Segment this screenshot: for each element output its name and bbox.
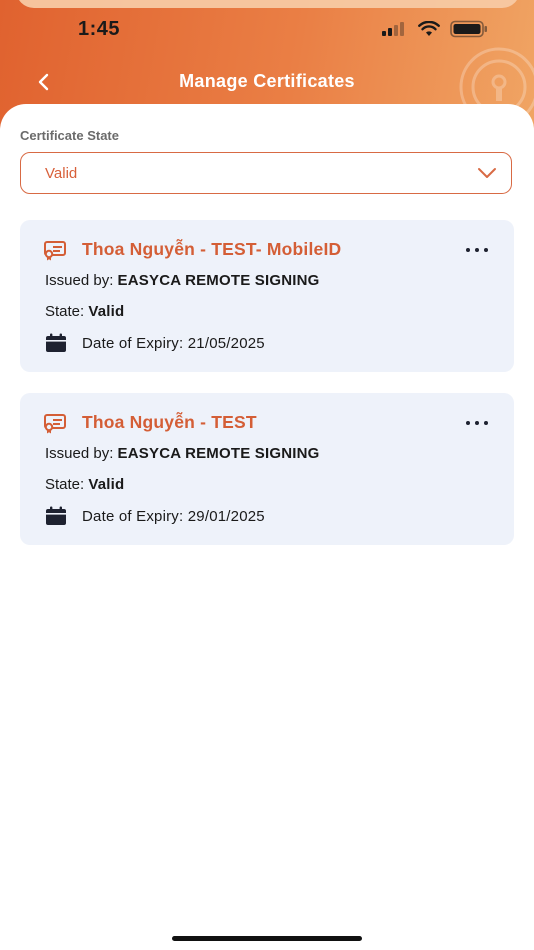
top-banner-edge (16, 0, 520, 8)
calendar-icon (46, 506, 66, 525)
more-dot (484, 248, 488, 252)
state-label: State: (45, 476, 89, 493)
status-time: 1:45 (78, 18, 121, 40)
issued-by-row: Issued by: EASYCA REMOTE SIGNING (45, 445, 320, 462)
state-value: Valid (88, 476, 125, 493)
more-dot (466, 248, 470, 252)
certificate-state-label: Certificate State (20, 128, 119, 143)
page-title: Manage Certificates (179, 71, 355, 91)
issuer-value: EASYCA REMOTE SIGNING (117, 445, 320, 462)
home-indicator[interactable] (172, 936, 362, 941)
more-options-button[interactable] (466, 417, 488, 429)
status-icons (382, 20, 488, 38)
more-dot (466, 421, 470, 425)
issued-by-row: Issued by: EASYCA REMOTE SIGNING (45, 272, 320, 289)
state-value: Valid (88, 303, 125, 320)
more-options-button[interactable] (466, 244, 488, 256)
expiry-label: Date of Expiry: (82, 334, 184, 352)
state-row: State: Valid (45, 303, 124, 320)
certificate-icon (44, 241, 66, 261)
state-label: State: (45, 303, 89, 320)
more-dot (475, 248, 479, 252)
issued-by-label: Issued by: (45, 272, 118, 289)
calendar-icon (46, 333, 66, 352)
certificate-name: Thoa Nguyễn - TEST- MobileID (82, 239, 342, 259)
issuer-value: EASYCA REMOTE SIGNING (117, 272, 320, 289)
content-sheet: Certificate State Valid Thoa Nguyễn - TE… (0, 104, 534, 950)
more-dot (475, 421, 479, 425)
expiry-text: Date of Expiry: 21/05/2025 (82, 335, 265, 352)
state-row: State: Valid (45, 476, 124, 493)
expiry-text: Date of Expiry: 29/01/2025 (82, 508, 265, 525)
certificate-state-select[interactable]: Valid (20, 152, 512, 194)
certificate-state-value: Valid (45, 165, 78, 182)
expiry-value: 29/01/2025 (187, 507, 265, 525)
certificate-card[interactable]: Thoa Nguyễn - TEST- MobileID Issued by: … (20, 220, 514, 372)
expiry-row: Date of Expiry: 29/01/2025 (45, 506, 265, 526)
wifi-icon (418, 21, 440, 36)
more-dot (484, 421, 488, 425)
expiry-row: Date of Expiry: 21/05/2025 (45, 333, 265, 353)
certificate-name: Thoa Nguyễn - TEST (82, 412, 257, 432)
battery-icon (450, 20, 487, 38)
chevron-down-icon (478, 168, 496, 178)
certificate-card[interactable]: Thoa Nguyễn - TEST Issued by: EASYCA REM… (20, 393, 514, 545)
cellular-signal-icon (382, 22, 404, 36)
issued-by-label: Issued by: (45, 445, 118, 462)
expiry-label: Date of Expiry: (82, 507, 184, 525)
certificate-icon (44, 414, 66, 434)
expiry-value: 21/05/2025 (187, 334, 265, 352)
